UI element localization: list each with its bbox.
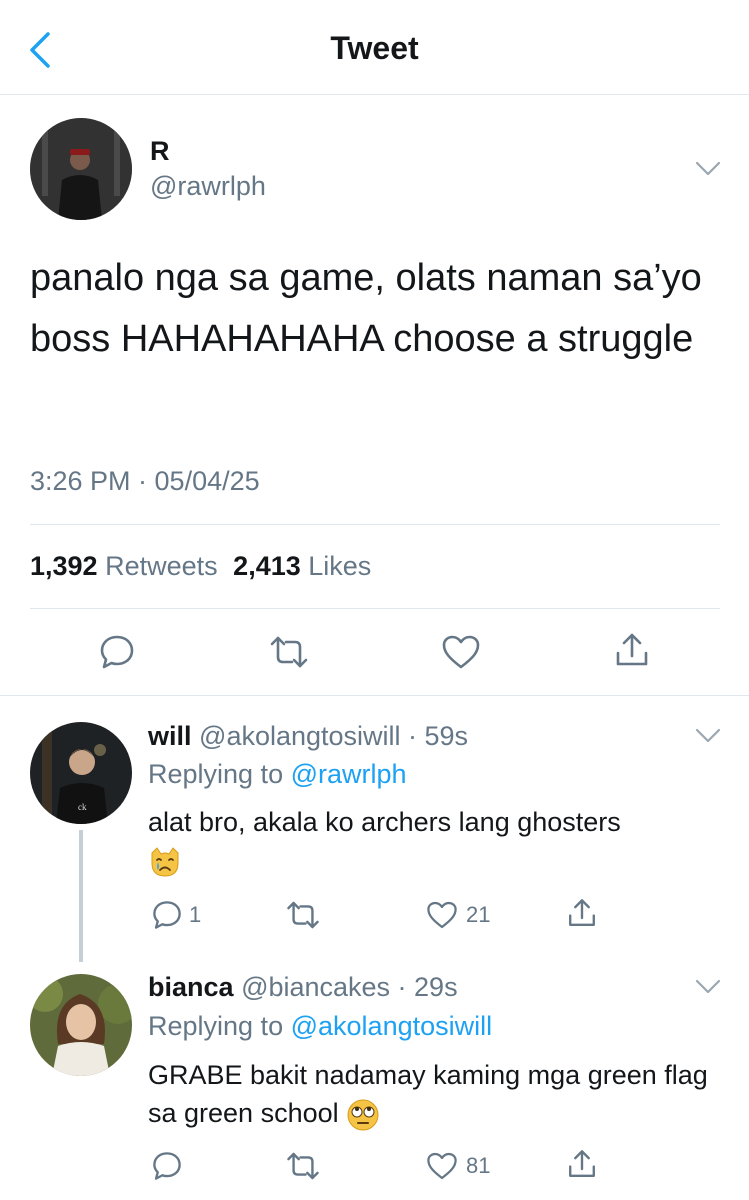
reply-text: alat bro, akala ko archers lang ghosters (148, 803, 728, 879)
share-button[interactable] (613, 631, 651, 669)
mention-link[interactable]: @rawrlph (291, 759, 407, 789)
crying-cat-face-icon (151, 847, 179, 877)
heart-icon (442, 635, 480, 669)
reply-tweet: bianca @biancakes · 29s Replying to @ako… (0, 950, 749, 1200)
more-options-button[interactable] (694, 160, 722, 178)
comment-icon (153, 901, 181, 929)
thread-line (79, 830, 83, 962)
like-count: 81 (466, 1153, 491, 1178)
page-title: Tweet (330, 30, 419, 66)
reply-count: 1 (189, 902, 202, 927)
retweet-icon (287, 901, 319, 929)
chevron-down-icon (695, 161, 721, 176)
handle-time: @akolangtosiwill · 59s (199, 721, 469, 751)
avatar[interactable]: ck (30, 722, 132, 824)
comment-icon (100, 635, 134, 669)
chevron-down-icon (695, 979, 721, 994)
like-button[interactable] (441, 634, 481, 670)
heart-icon (427, 901, 457, 929)
divider (30, 608, 720, 609)
retweet-button[interactable] (268, 635, 310, 669)
reply-header: will @akolangtosiwill · 59s (148, 721, 468, 752)
retweet-icon (287, 1152, 319, 1180)
like-button[interactable] (426, 900, 458, 930)
tweet-timestamp: 3:26 PM · 05/04/25 (30, 466, 260, 496)
like-count: 21 (466, 902, 491, 927)
share-button[interactable] (566, 897, 598, 929)
display-name[interactable]: bianca (148, 972, 234, 1002)
divider (30, 524, 720, 525)
retweets-stat[interactable]: 1,392 Retweets (30, 551, 218, 581)
retweet-icon (270, 636, 308, 668)
display-name[interactable]: R (150, 136, 170, 167)
comment-icon (153, 1152, 181, 1180)
top-bar: Tweet (0, 0, 749, 95)
face-with-rolling-eyes-icon (347, 1099, 379, 1131)
mention-link[interactable]: @akolangtosiwill (291, 1011, 493, 1041)
avatar[interactable] (30, 118, 132, 220)
share-icon (616, 633, 648, 666)
replying-to: Replying to @akolangtosiwill (148, 1011, 493, 1041)
more-options-button[interactable] (694, 727, 722, 745)
replying-to: Replying to @rawrlph (148, 759, 407, 789)
reply-button[interactable] (98, 633, 136, 671)
retweet-button[interactable] (285, 900, 321, 930)
avatar[interactable] (30, 974, 132, 1076)
user-handle[interactable]: @rawrlph (150, 171, 266, 202)
tweet-stats: 1,392 Retweets 2,413 Likes (30, 551, 371, 582)
heart-icon (427, 1152, 457, 1180)
share-icon (569, 899, 595, 926)
share-icon (569, 1150, 595, 1177)
like-button[interactable] (426, 1151, 458, 1181)
chevron-down-icon (695, 728, 721, 743)
retweet-button[interactable] (285, 1151, 321, 1181)
reply-button[interactable] (151, 1150, 183, 1182)
likes-stat[interactable]: 2,413 Likes (233, 551, 371, 581)
svg-text:ck: ck (78, 802, 87, 812)
main-tweet: R @rawrlph panalo nga sa game, olats nam… (0, 96, 749, 696)
reply-tweet: ck will @akolangtosiwill · 59s Replying … (0, 697, 749, 962)
handle-time: @biancakes · 29s (241, 972, 458, 1002)
reply-header: bianca @biancakes · 29s (148, 972, 458, 1003)
tweet-text: panalo nga sa game, olats naman sa’yo bo… (30, 257, 702, 360)
display-name[interactable]: will (148, 721, 192, 751)
reply-text: GRABE bakit nadamay kaming mga green fla… (148, 1056, 723, 1132)
more-options-button[interactable] (694, 978, 722, 996)
reply-button[interactable] (151, 899, 183, 931)
share-button[interactable] (566, 1148, 598, 1180)
